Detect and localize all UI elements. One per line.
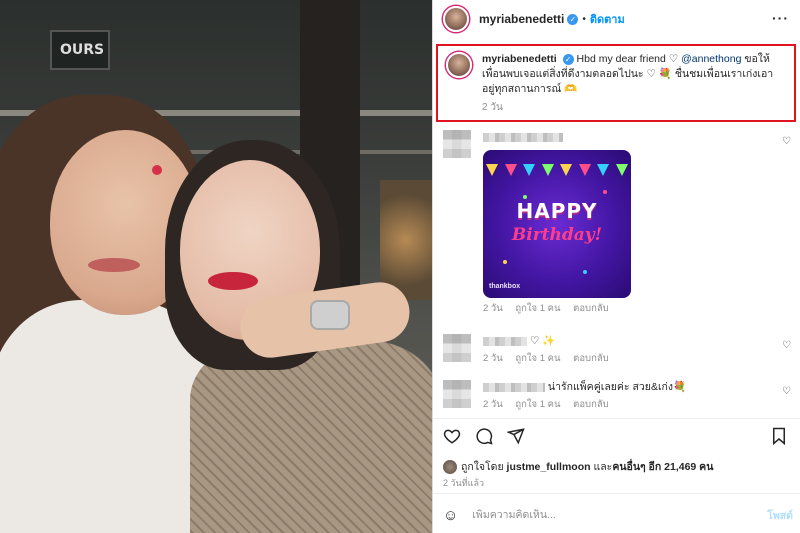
comment-input-divider [433,493,800,494]
likes-middle: และ [593,461,613,473]
post-side-panel: myriabenedetti ✓ • ติดตาม ··· myriabened… [432,0,800,533]
bunting-flag [523,164,536,176]
commenter-avatar-blurred[interactable] [443,334,471,362]
heart-icon[interactable] [443,427,461,450]
heart-emoji-icon: ♡ [668,53,679,65]
comment-text: ♡ ✨ [529,335,556,347]
likes-others-link[interactable]: คนอื่นๆ อีก 21,469 คน [612,458,713,475]
commenter-username-blurred[interactable] [483,336,527,346]
bookmark-icon[interactable] [771,427,787,450]
commenter-username-blurred[interactable] [483,132,563,142]
follow-button[interactable]: ติดตาม [590,10,625,28]
comment-like-count[interactable]: ถูกใจ 1 คน [515,353,560,364]
background-light [380,180,432,300]
reply-button[interactable]: ตอบกลับ [573,353,609,364]
comment-input[interactable] [472,509,713,521]
more-options-icon[interactable]: ··· [772,10,789,26]
bunting-flag [486,164,499,176]
comment-heart-icon[interactable]: ♡ [782,340,791,351]
comment-timestamp: 2 วัน [483,303,503,314]
heart-hands-emoji-icon: 🫶 [564,83,578,95]
post-header: myriabenedetti ✓ • ติดตาม ··· [433,0,800,38]
comment-timestamp: 2 วัน [483,399,503,410]
caption-timestamp: 2 วัน [482,102,503,113]
share-icon[interactable] [506,427,525,450]
comment-body: น่ารักแพ็คคู่เลยค่ะ สวย&เก่ง💐 2 วัน ถูกใ… [483,380,686,412]
birthday-card-image[interactable]: HAPPY Birthday! thankbox [483,150,631,298]
comment-meta: 2 วัน ถูกใจ 1 คน ตอบกลับ [483,352,619,366]
comment-heart-icon[interactable]: ♡ [782,136,791,147]
confetti [603,190,607,194]
bunting-flag [597,164,610,176]
card-brand: thankbox [489,283,521,290]
instagram-post-view: OURS myriabenedetti ✓ • ติดตาม ··· myria… [0,0,800,533]
comment-like-count[interactable]: ถูกใจ 1 คน [515,303,560,314]
comment-text: น่ารักแพ็คคู่เลยค่ะ สวย&เก่ง💐 [547,381,687,393]
bouquet-emoji-icon: 💐 [658,68,672,80]
caption-text-start: Hbd my dear friend [576,53,666,65]
caption-author-avatar[interactable] [446,52,472,78]
emoji-picker-icon[interactable]: ☺ [443,507,458,524]
comment-item: HAPPY Birthday! thankbox 2 วัน ถูกใจ 1 ค… [433,130,800,316]
forehead-dot [152,165,162,175]
comment-item: ♡ ✨ 2 วัน ถูกใจ 1 คน ตอบกลับ ♡ [433,334,800,366]
heart-emoji-icon: ♡ [646,68,656,80]
add-comment-bar: ☺ โพสต์ [443,503,793,527]
person-left-smile [88,258,140,272]
comment-meta: 2 วัน ถูกใจ 1 คน ตอบกลับ [483,398,686,412]
caption: myriabenedetti ✓ Hbd my dear friend ♡ @a… [482,52,782,120]
reply-button[interactable]: ตอบกลับ [573,303,609,314]
comment-like-count[interactable]: ถูกใจ 1 คน [515,399,560,410]
wristwatch [310,300,350,330]
post-comment-button[interactable]: โพสต์ [767,507,793,524]
bunting-flag [541,164,554,176]
comment-item: น่ารักแพ็คคู่เลยค่ะ สวย&เก่ง💐 2 วัน ถูกใ… [433,380,800,412]
comment-body: ♡ ✨ 2 วัน ถูกใจ 1 คน ตอบกลับ [483,334,619,366]
liker-avatar[interactable] [443,459,457,474]
comment-icon[interactable] [475,427,493,450]
bunting-flag [504,164,517,176]
comment-meta: 2 วัน ถูกใจ 1 คน ตอบกลับ [483,302,631,316]
mention-link[interactable]: @annethong [681,53,741,65]
bunting-decoration [483,164,631,180]
commenter-username-blurred[interactable] [483,382,545,392]
verified-check-icon: ✓ [567,13,579,25]
comment-timestamp: 2 วัน [483,353,503,364]
liker-username[interactable]: justme_fullmoon [507,461,591,473]
caption-username[interactable]: myriabenedetti [482,53,557,65]
separator-dot: • [582,13,586,25]
card-happy-text: HAPPY [516,199,598,223]
author-username[interactable]: myriabenedetti [479,12,564,26]
likes-prefix: ถูกใจโดย [461,461,504,473]
comment-heart-icon[interactable]: ♡ [782,386,791,397]
caption-highlight-box: myriabenedetti ✓ Hbd my dear friend ♡ @a… [436,44,796,122]
card-birthday-text: Birthday! [511,225,603,245]
comment-body: HAPPY Birthday! thankbox 2 วัน ถูกใจ 1 ค… [483,130,631,316]
reply-button[interactable]: ตอบกลับ [573,399,609,410]
likes-summary: ถูกใจโดย justme_fullmoon และ คนอื่นๆ อีก… [443,458,713,475]
bunting-flag [560,164,573,176]
post-actions-bar [443,426,793,450]
verified-check-icon: ✓ [562,53,574,65]
person-right-smile [208,272,258,290]
author-avatar[interactable] [443,6,469,32]
post-photo[interactable]: OURS [0,0,432,533]
bunting-flag [615,164,628,176]
bunting-flag [578,164,591,176]
background-sign-lettering: OURS [60,42,105,58]
actions-divider [433,418,800,419]
confetti [583,270,587,274]
commenter-avatar-blurred[interactable] [443,380,471,408]
post-timestamp: 2 วันที่แล้ว [443,478,485,488]
confetti [503,260,507,264]
commenter-avatar-blurred[interactable] [443,130,471,158]
